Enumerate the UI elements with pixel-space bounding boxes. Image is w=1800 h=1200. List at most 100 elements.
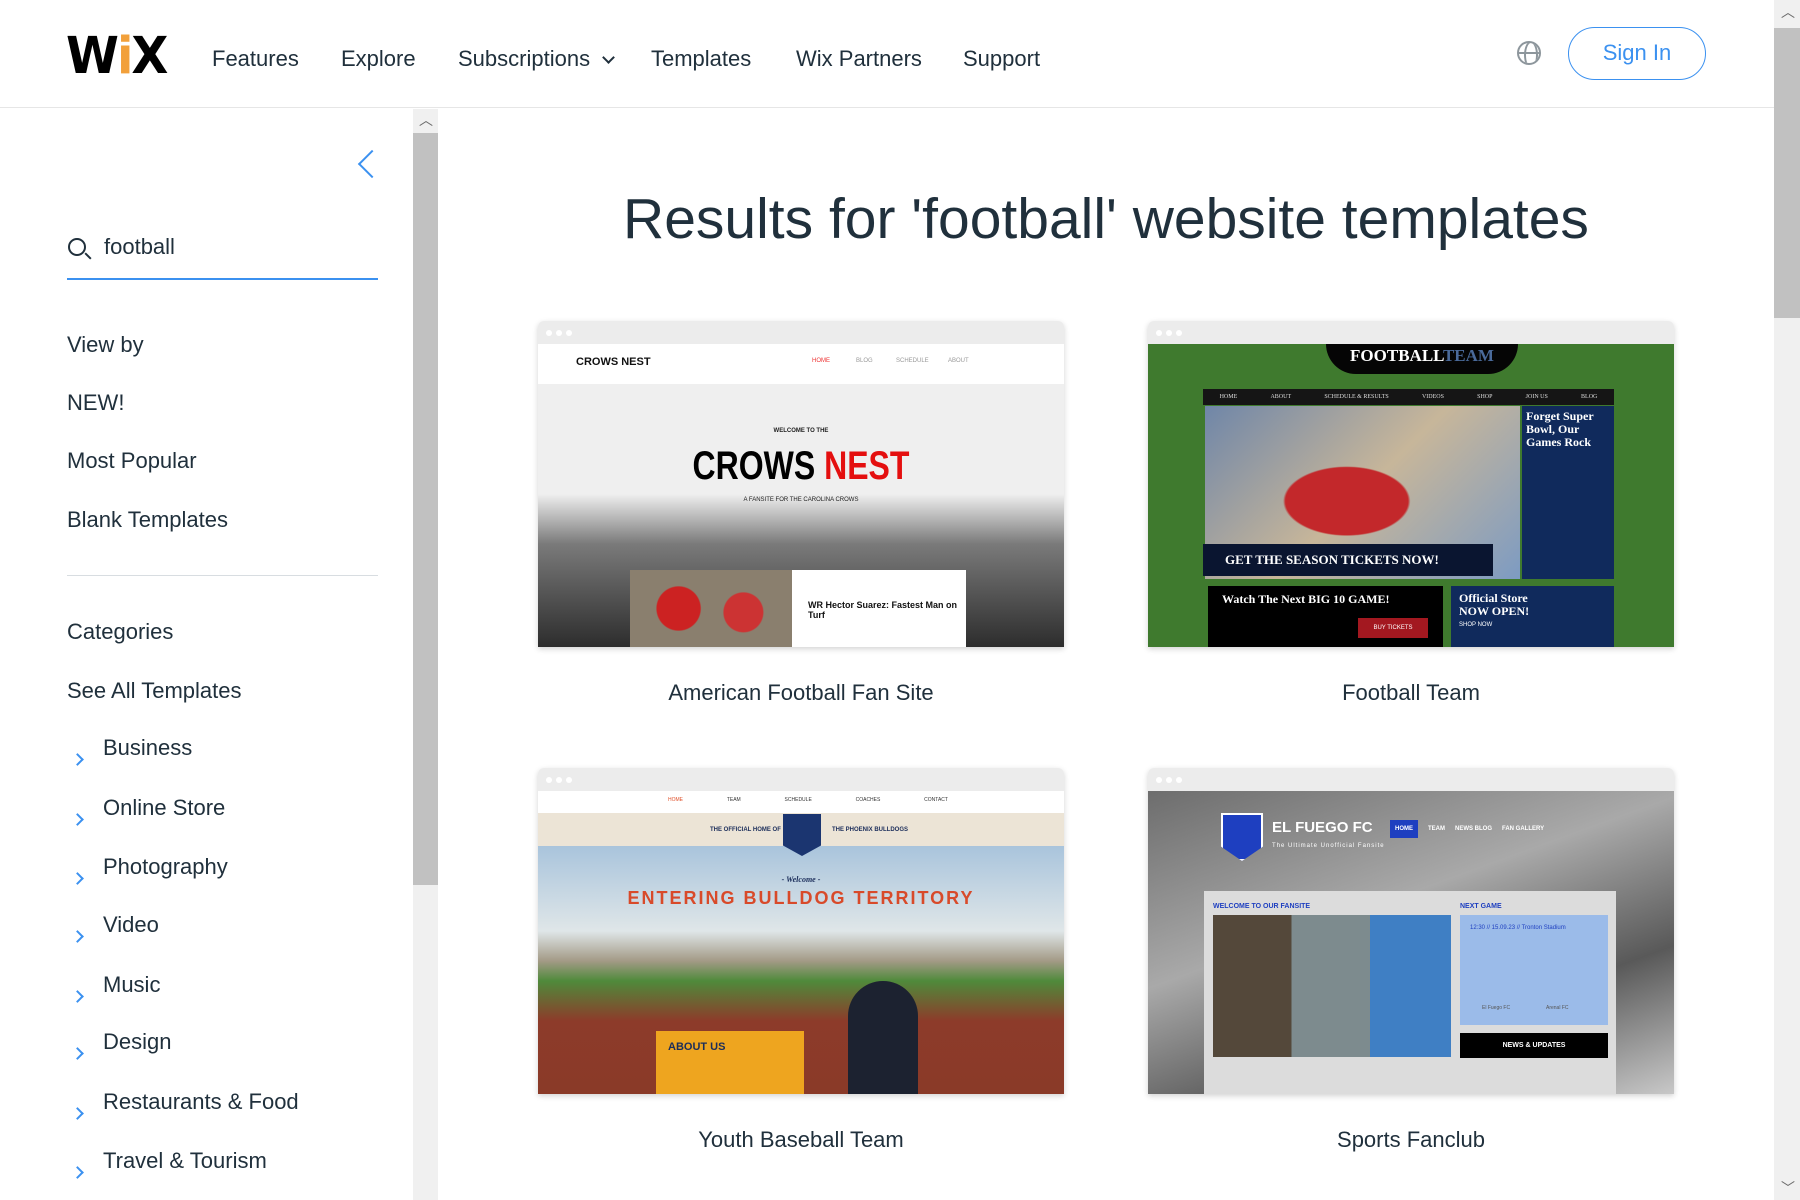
gallery-image: [1213, 915, 1451, 1057]
category-item[interactable]: Design: [103, 1029, 171, 1055]
see-all-templates[interactable]: See All Templates: [67, 678, 241, 704]
sidebar-scrollbar-thumb[interactable]: [413, 133, 438, 885]
template-card-football-team[interactable]: FOOTBALLTEAM HOME ABOUT SCHEDULE & RESULTS…: [1148, 321, 1674, 647]
brand-a: FOOTBALL: [1350, 346, 1443, 365]
n: FAN GALLERY: [1502, 826, 1545, 832]
sidebar-divider: [67, 575, 378, 576]
promo: Watch The Next BIG 10 GAME!: [1222, 592, 1390, 606]
template-card-youth-baseball[interactable]: HOME TEAM SCHEDULE COACHES CONTACT THE OFFIC…: [538, 768, 1064, 1094]
template-name[interactable]: Football Team: [1148, 680, 1674, 706]
preview-nav: HOME: [812, 358, 830, 364]
categories-heading: Categories: [67, 619, 174, 644]
next-game-box: 12:30 // 15.09.23 // Tronton Stadium El …: [1460, 915, 1608, 1025]
template-preview[interactable]: FOOTBALLTEAM HOME ABOUT SCHEDULE & RESULTS…: [1148, 344, 1674, 647]
page-scrollbar-thumb[interactable]: [1774, 28, 1800, 318]
next-game: NEXT GAME: [1460, 903, 1502, 910]
preview-subtitle: A FANSITE FOR THE CAROLINA CROWS: [743, 497, 859, 503]
template-preview[interactable]: HOME TEAM SCHEDULE COACHES CONTACT THE OFFIC…: [538, 791, 1064, 1094]
buy-tickets: BUY TICKETS: [1358, 618, 1428, 638]
template-preview[interactable]: EL FUEGO FC The Ultimate Unofficial Fans…: [1148, 791, 1674, 1094]
nav-explore[interactable]: Explore: [341, 46, 416, 72]
nav-features[interactable]: Features: [212, 46, 299, 72]
post-card: WR Hector Suarez: Fastest Man on Turf: [792, 570, 966, 647]
n: CONTACT: [924, 797, 948, 803]
preview-nav: SCHEDULE: [896, 358, 929, 364]
category-item[interactable]: Video: [103, 912, 159, 938]
preview-nav: ABOUT: [948, 358, 969, 364]
banner: GET THE SEASON TICKETS NOW!: [1203, 544, 1493, 576]
scroll-up-icon[interactable]: ︿: [1781, 2, 1795, 22]
n: SHOP: [1477, 394, 1493, 400]
post-title: WR Hector Suarez: Fastest Man on Turf: [808, 600, 958, 620]
template-preview[interactable]: CROWS NEST HOME BLOG SCHEDULE ABOUT WELC…: [538, 344, 1064, 647]
store: Official Store NOW OPEN!: [1459, 591, 1530, 618]
side-panel: Forget Super Bowl, Our Games Rock: [1522, 406, 1614, 579]
sidebar: [0, 109, 413, 1200]
store-box: Official Store NOW OPEN! SHOP NOW: [1451, 586, 1614, 647]
nav-subscriptions[interactable]: Subscriptions: [458, 46, 615, 72]
team: El Fuego FC: [1482, 1005, 1511, 1011]
nav-support[interactable]: Support: [963, 46, 1040, 72]
view-by-most-popular[interactable]: Most Popular: [67, 448, 197, 474]
team: Arenal FC: [1546, 1005, 1569, 1011]
n: SCHEDULE & RESULTS: [1324, 394, 1389, 400]
catcher-image: [848, 981, 918, 1094]
n: JOIN US: [1525, 394, 1548, 400]
globe-icon[interactable]: [1517, 41, 1541, 65]
nav-wix-partners[interactable]: Wix Partners: [796, 46, 922, 72]
preview-left: THE OFFICIAL HOME OF: [710, 827, 781, 833]
bats-crest-icon: [783, 814, 821, 856]
template-name[interactable]: Youth Baseball Team: [538, 1127, 1064, 1153]
category-item[interactable]: Travel & Tourism: [103, 1148, 267, 1174]
search-input[interactable]: [104, 234, 374, 260]
n: NEWS BLOG: [1455, 826, 1492, 832]
content-panel: WELCOME TO OUR FANSITE NEXT GAME 12:30 /…: [1204, 891, 1616, 1094]
about-box: ABOUT US: [656, 1031, 804, 1094]
club-crest-icon: [1221, 813, 1263, 861]
search-underline: [67, 278, 378, 280]
sign-in-button[interactable]: Sign In: [1568, 27, 1706, 80]
players-image: [630, 570, 792, 647]
preview-nav: HOME TEAM SCHEDULE COACHES CONTACT: [668, 797, 948, 803]
browser-bar: [538, 768, 1064, 791]
browser-bar: [538, 321, 1064, 344]
scroll-down-icon[interactable]: ﹀: [1781, 1178, 1795, 1198]
preview-nav: HOME ABOUT SCHEDULE & RESULTS VIDEOS SHOP JOI…: [1203, 389, 1614, 405]
top-header: WiX Features Explore Subscriptions Templ…: [0, 0, 1774, 108]
n: TEAM: [726, 797, 741, 803]
category-item[interactable]: Restaurants & Food: [103, 1089, 299, 1115]
n: TEAM: [1428, 826, 1445, 832]
n: COACHES: [855, 797, 881, 803]
n: ABOUT: [1270, 394, 1292, 400]
n: VIDEOS: [1421, 394, 1444, 400]
category-item[interactable]: Music: [103, 972, 160, 998]
template-card-american-football[interactable]: CROWS NEST HOME BLOG SCHEDULE ABOUT WELC…: [538, 321, 1064, 647]
view-by-new[interactable]: NEW!: [67, 390, 124, 416]
browser-bar: [1148, 321, 1674, 344]
promo-box: Watch The Next BIG 10 GAME! BUY TICKETS: [1208, 586, 1443, 647]
wix-logo[interactable]: WiX: [66, 27, 168, 86]
n: SCHEDULE: [784, 797, 812, 803]
category-item[interactable]: Photography: [103, 854, 228, 880]
shop-now: SHOP NOW: [1459, 622, 1493, 628]
nav-templates[interactable]: Templates: [651, 46, 751, 72]
n: HOME: [668, 797, 683, 803]
category-item[interactable]: Business: [103, 735, 192, 761]
template-name[interactable]: Sports Fanclub: [1148, 1127, 1674, 1153]
template-card-sports-fanclub[interactable]: EL FUEGO FC The Ultimate Unofficial Fans…: [1148, 768, 1674, 1094]
preview-nav: BLOG: [856, 358, 873, 364]
news-bar: NEWS & UPDATES: [1460, 1033, 1608, 1058]
browser-bar: [1148, 768, 1674, 791]
headline-a: CROWS: [692, 444, 816, 488]
welcome: WELCOME TO OUR FANSITE: [1213, 903, 1311, 910]
brand-b: TEAM: [1442, 346, 1494, 365]
nav-subscriptions-label: Subscriptions: [458, 46, 591, 71]
headline-b: NEST: [824, 444, 910, 488]
view-by-blank-templates[interactable]: Blank Templates: [67, 507, 228, 533]
preview-right: THE PHOENIX BULLDOGS: [832, 827, 909, 833]
template-name[interactable]: American Football Fan Site: [538, 680, 1064, 706]
category-item[interactable]: Online Store: [103, 795, 225, 821]
sidebar-scroll-up-icon[interactable]: ︿: [419, 110, 433, 130]
n: BLOG: [1581, 394, 1598, 400]
preview-brand: FOOTBALLTEAM: [1326, 344, 1518, 374]
